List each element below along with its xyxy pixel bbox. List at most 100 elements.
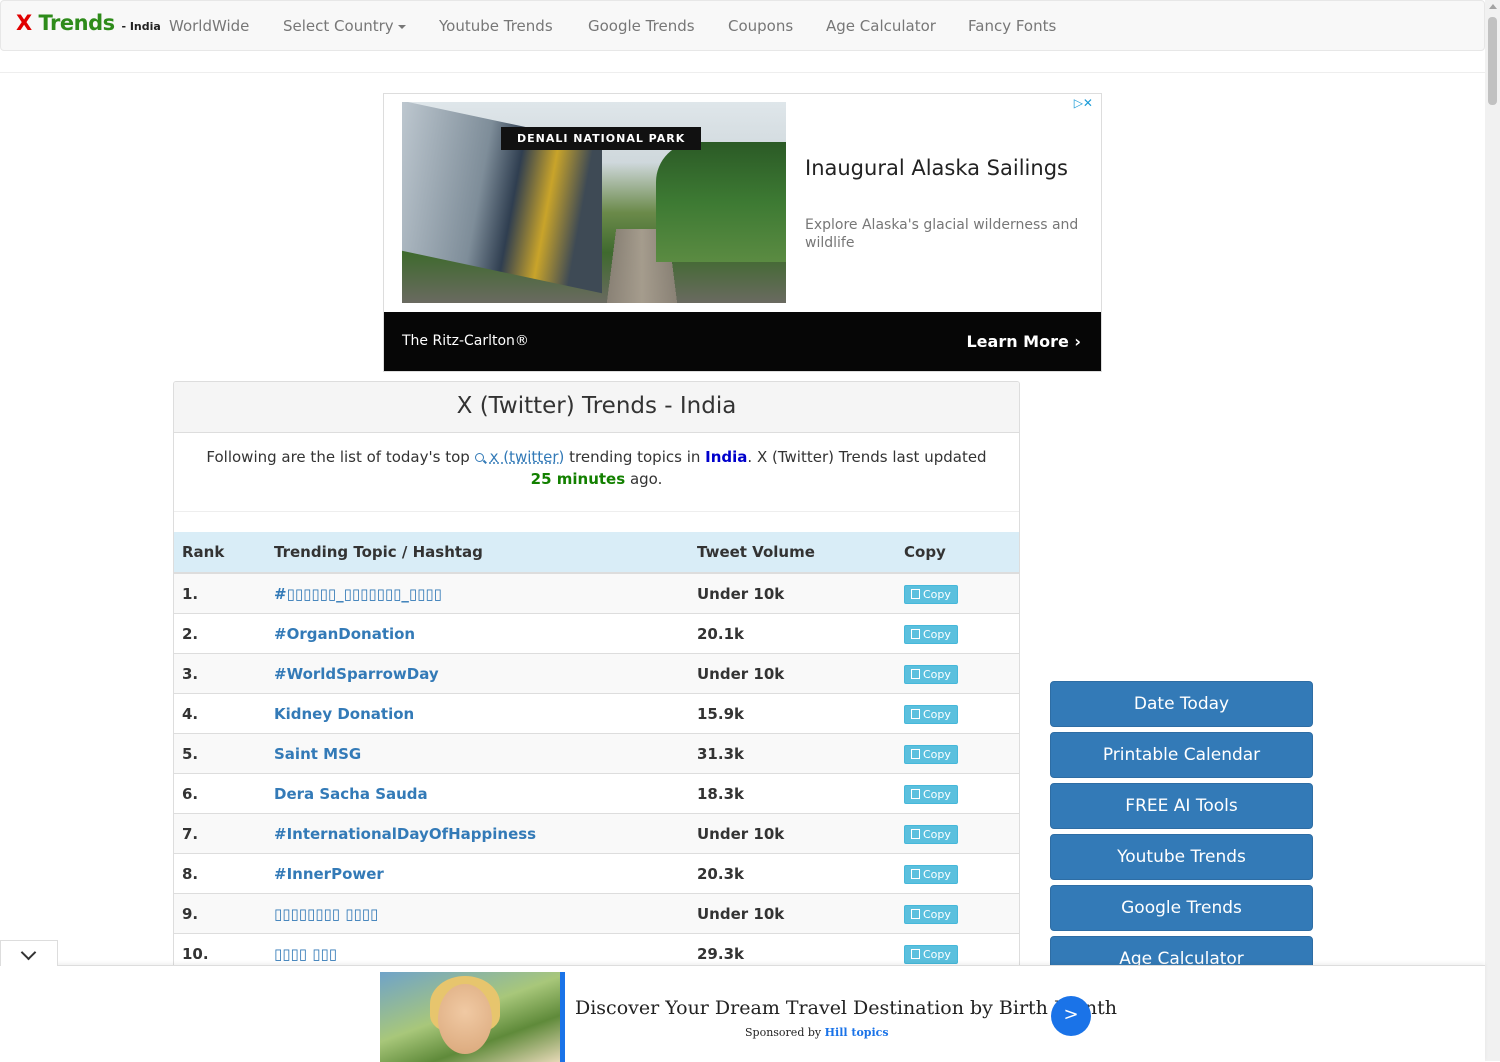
rank-cell: 3. [174,653,266,694]
sidebar-button-free-ai-tools[interactable]: FREE AI Tools [1050,783,1313,829]
divider [174,511,1019,512]
copy-cell: Copy [896,773,1019,814]
tweet-volume-cell: 15.9k [689,693,896,734]
copy-button[interactable]: Copy [904,744,958,764]
bottom-ad-sponsor-line: Sponsored by Hill topics [745,1026,889,1039]
trend-topic-link[interactable]: #InnerPower [266,853,689,894]
column-header-rank: Rank [174,532,266,574]
tweet-volume-cell: Under 10k [689,572,896,614]
brand-x: X [16,11,32,35]
table-row: 5. Saint MSG 31.3k Copy [174,733,1019,774]
scroll-thumb[interactable] [1488,17,1497,105]
copy-cell: Copy [896,693,1019,734]
ad-footer-bar[interactable]: The Ritz-Carlton® Learn More › [384,312,1101,371]
rank-cell: 5. [174,733,266,774]
sidebar-button-printable-calendar[interactable]: Printable Calendar [1050,732,1313,778]
copy-button[interactable]: Copy [904,824,958,844]
rank-cell: 8. [174,853,266,894]
tweet-volume-cell: 20.1k [689,613,896,654]
table-row: 8. #InnerPower 20.3k Copy [174,853,1019,894]
scroll-up-icon[interactable] [1489,4,1497,9]
copy-button[interactable]: Copy [904,624,958,644]
display-ad[interactable]: DENALI NATIONAL PARK ▷✕ Inaugural Alaska… [383,93,1102,372]
page-scrollbar[interactable] [1485,0,1500,1061]
nav-select-country-label: Select Country [283,17,394,35]
bottom-ad-image[interactable] [380,972,560,1062]
copy-icon [911,948,920,959]
copy-cell: Copy [896,653,1019,694]
trend-topic-link[interactable]: #OrganDonation [266,613,689,654]
ad-advertiser: The Ritz-Carlton® [402,333,529,349]
copy-icon [911,628,920,639]
ad-image[interactable]: DENALI NATIONAL PARK [402,102,786,303]
copy-cell: Copy [896,853,1019,894]
column-header-topic: Trending Topic / Hashtag [266,532,689,574]
ad-choices-icon[interactable]: ▷✕ [1074,96,1093,110]
ad-trees-graphic [656,142,786,262]
intro-part: trending topics in [569,448,701,466]
nav-google-trends[interactable]: Google Trends [588,17,695,35]
tweet-volume-cell: 31.3k [689,733,896,774]
copy-button-label: Copy [923,947,951,961]
copy-button[interactable]: Copy [904,864,958,884]
brand-trends: Trends [38,11,116,35]
sponsor-link[interactable]: Hill topics [825,1026,889,1039]
table-row: 6. Dera Sacha Sauda 18.3k Copy [174,773,1019,814]
copy-button[interactable]: Copy [904,784,958,804]
table-row: 9. ▯▯▯▯▯▯▯▯ ▯▯▯▯ Under 10k Copy [174,893,1019,934]
tweet-volume-cell: 18.3k [689,773,896,814]
rank-cell: 2. [174,613,266,654]
copy-button[interactable]: Copy [904,664,958,684]
trend-topic-link[interactable]: #InternationalDayOfHappiness [266,813,689,854]
copy-button-label: Copy [923,747,951,761]
keyword-link[interactable]: x (twitter) [490,448,565,466]
intro-part: Following are the list of today's top [206,448,470,466]
country-name: India [705,448,748,466]
nav-age-calculator[interactable]: Age Calculator [826,17,936,35]
sidebar-button-date-today[interactable]: Date Today [1050,681,1313,727]
sidebar-button-youtube-trends[interactable]: Youtube Trends [1050,834,1313,880]
sidebar-button-google-trends[interactable]: Google Trends [1050,885,1313,931]
rank-cell: 4. [174,693,266,734]
trend-topic-link[interactable]: Dera Sacha Sauda [266,773,689,814]
nav-select-country[interactable]: Select Country [283,17,406,35]
trend-topic-link[interactable]: Kidney Donation [266,693,689,734]
sponsored-by-label: Sponsored by [745,1026,822,1039]
column-header-copy: Copy [896,532,1019,574]
copy-cell: Copy [896,572,1019,614]
rank-cell: 9. [174,893,266,934]
copy-button[interactable]: Copy [904,584,958,604]
panel-heading: X (Twitter) Trends - India [174,382,1019,433]
bottom-ad-go-button[interactable]: > [1051,996,1091,1036]
sticky-bottom-ad[interactable]: Discover Your Dream Travel Destination b… [0,965,1485,1062]
copy-button-label: Copy [923,867,951,881]
intro-part: ago. [629,470,663,488]
brand-country: - India [121,20,161,33]
page-title: X (Twitter) Trends - India [456,393,737,419]
top-navbar: X Trends - India WorldWide Select Countr… [0,0,1485,51]
collapse-ad-button[interactable] [0,940,58,966]
nav-youtube-trends[interactable]: Youtube Trends [439,17,553,35]
nav-coupons[interactable]: Coupons [728,17,793,35]
rank-cell: 7. [174,813,266,854]
table-row: 3. #WorldSparrowDay Under 10k Copy [174,653,1019,694]
trend-topic-link[interactable]: Saint MSG [266,733,689,774]
copy-button[interactable]: Copy [904,704,958,724]
copy-button[interactable]: Copy [904,904,958,924]
ad-headline[interactable]: Inaugural Alaska Sailings [805,156,1068,180]
trend-topic-link[interactable]: #▯▯▯▯▯▯_▯▯▯▯▯▯▯_▯▯▯▯ [266,572,689,614]
rank-cell: 1. [174,572,266,614]
copy-icon [911,908,920,919]
nav-fancy-fonts[interactable]: Fancy Fonts [968,17,1056,35]
trend-topic-link[interactable]: #WorldSparrowDay [266,653,689,694]
nav-worldwide[interactable]: WorldWide [169,17,249,35]
brand-logo[interactable]: X Trends - India [16,11,161,35]
ad-learn-more-button[interactable]: Learn More › [966,332,1081,351]
trends-panel: X (Twitter) Trends - India Following are… [173,381,1020,981]
caret-down-icon [397,24,406,29]
table-row: 4. Kidney Donation 15.9k Copy [174,693,1019,734]
copy-button[interactable]: Copy [904,944,958,964]
table-row: 7. #InternationalDayOfHappiness Under 10k C… [174,813,1019,854]
bottom-ad-title[interactable]: Discover Your Dream Travel Destination b… [575,997,1117,1019]
trend-topic-link[interactable]: ▯▯▯▯▯▯▯▯ ▯▯▯▯ [266,893,689,934]
